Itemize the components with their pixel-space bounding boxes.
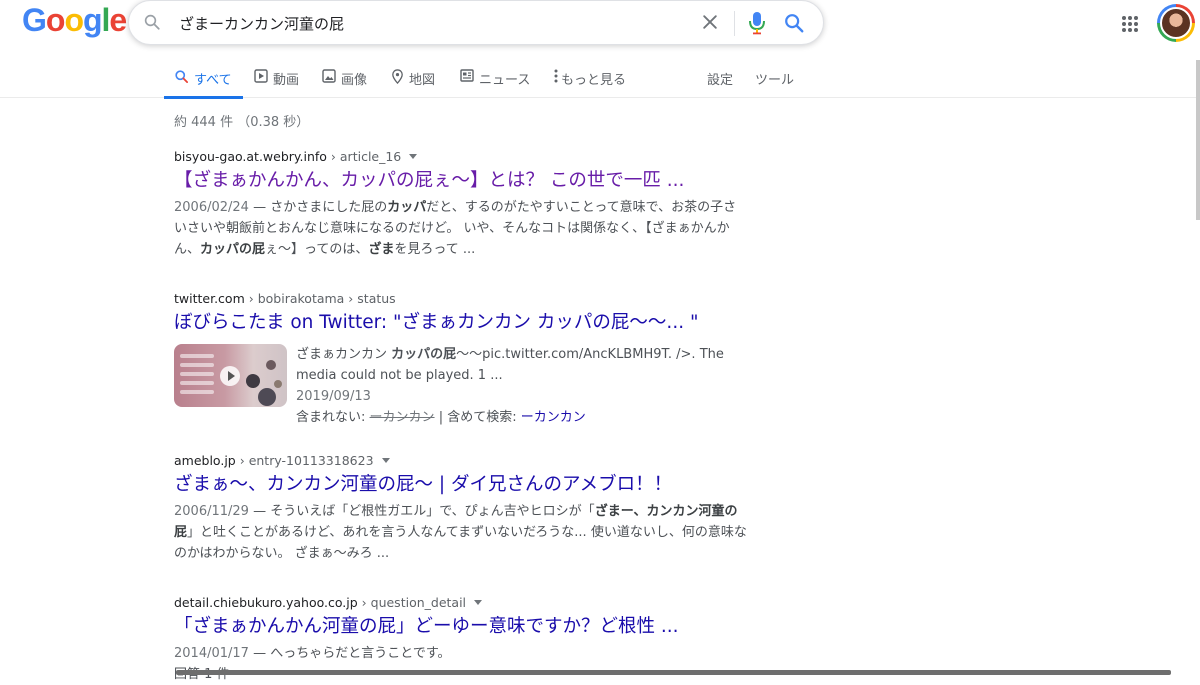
result-site: detail.chiebukuro.yahoo.co.jp	[174, 595, 358, 610]
result-site: bisyou-gao.at.webry.info	[174, 149, 327, 164]
result-title-link[interactable]: 「ざまぁかんかん河童の屁」どーゆー意味ですか？ど根性 ...	[174, 614, 754, 640]
tab-label: もっと見る	[561, 73, 627, 88]
tab-all[interactable]: すべて	[174, 60, 232, 98]
active-tab-indicator	[164, 96, 243, 99]
logo-letter: G	[22, 2, 47, 38]
must-include-label: | 含めて検索:	[438, 410, 517, 425]
microphone-icon[interactable]	[748, 11, 766, 39]
result-path: › bobirakotama › status	[244, 291, 396, 306]
result-menu-caret-icon[interactable]	[381, 458, 390, 463]
tweet-snippet: ざまぁカンカン カッパの屁〜〜pic.twitter.com/AncKLBMH9…	[296, 347, 724, 383]
result-stats: 約 444 件 （0.38 秒）	[174, 115, 310, 130]
search-result-twitter: twitter.com › bobirakotama › status ぼびらこ…	[174, 291, 754, 425]
result-snippet-text: へっちゃらだと言うことです。	[270, 646, 451, 661]
google-logo[interactable]: Google	[22, 2, 127, 39]
tab-label: すべて	[194, 73, 232, 88]
result-path: › question_detail	[357, 595, 467, 610]
search-submit-icon[interactable]	[783, 12, 805, 38]
logo-letter: e	[109, 2, 127, 38]
result-date: 2006/02/24	[174, 200, 249, 215]
result-title-link[interactable]: ぼびらこたま on Twitter: "ざまぁカンカン カッパの屁〜〜... "	[174, 310, 754, 336]
missing-terms: 含まれない: ーカンカン | 含めて検索: ーカンカン	[296, 407, 751, 428]
video-icon	[254, 69, 268, 83]
news-icon	[460, 69, 474, 82]
tweet-text: ざまぁカンカン カッパの屁〜〜pic.twitter.com/AncKLBMH9…	[296, 344, 751, 428]
result-menu-caret-icon[interactable]	[409, 154, 418, 159]
tab-images[interactable]: 画像	[322, 60, 367, 98]
result-url[interactable]: ameblo.jp › entry-10113318623	[174, 453, 754, 468]
result-snippet-text: さかさまにした屁のカッパだと、するのがたやすいことって意味で、お茶の子さいさいや…	[174, 200, 737, 257]
logo-letter: o	[45, 2, 66, 38]
search-result: ameblo.jp › entry-10113318623 ざまぁ〜、カンカン河…	[174, 453, 754, 564]
result-snippet: 2014/01/17 — へっちゃらだと言うことです。	[174, 646, 451, 661]
tab-label: ニュース	[479, 73, 531, 88]
result-snippet: 2006/02/24 — さかさまにした屁のカッパだと、するのがたやすいことって…	[174, 200, 737, 257]
vertical-scrollbar[interactable]	[1196, 60, 1200, 220]
result-title-link[interactable]: 【ざまぁかんかん、カッパの屁ぇ〜】とは？ この世で一匹 ...	[174, 168, 754, 194]
header: Google すべて 動画	[0, 0, 1200, 99]
settings-link[interactable]: 設定	[707, 69, 733, 88]
more-vert-icon	[554, 69, 558, 83]
tools-link[interactable]: ツール	[755, 69, 794, 88]
result-url[interactable]: detail.chiebukuro.yahoo.co.jp › question…	[174, 595, 754, 610]
tab-label: 地図	[409, 73, 436, 88]
tab-label: 画像	[341, 73, 368, 88]
image-icon	[322, 69, 336, 83]
result-path: › article_16	[326, 149, 402, 164]
map-pin-icon	[392, 69, 403, 84]
result-url[interactable]: bisyou-gao.at.webry.info › article_16	[174, 149, 754, 164]
search-icon	[143, 13, 161, 35]
result-date: 2006/11/29	[174, 504, 249, 519]
result-url[interactable]: twitter.com › bobirakotama › status	[174, 291, 754, 306]
clear-icon[interactable]	[700, 12, 720, 36]
search-divider	[734, 11, 735, 36]
tab-maps[interactable]: 地図	[391, 60, 435, 98]
result-site: ameblo.jp	[174, 453, 236, 468]
apps-grid-icon[interactable]	[1121, 15, 1139, 37]
missing-label: 含まれない:	[296, 410, 366, 425]
result-menu-caret-icon[interactable]	[474, 600, 483, 605]
logo-letter: g	[82, 2, 103, 38]
result-path: › entry-10113318623	[235, 453, 374, 468]
search-box[interactable]	[128, 0, 824, 45]
must-include-link[interactable]: ーカンカン	[521, 410, 586, 425]
search-input[interactable]	[177, 9, 697, 37]
search-result: bisyou-gao.at.webry.info › article_16 【ざ…	[174, 149, 754, 260]
avatar-photo	[1160, 7, 1192, 39]
result-site: twitter.com	[174, 291, 245, 306]
result-title-link[interactable]: ざまぁ〜、カンカン河童の屁〜 | ダイ兄さんのアメブロ！！	[174, 472, 754, 498]
account-avatar[interactable]	[1157, 4, 1195, 42]
result-snippet: 2006/11/29 — そういえば「ど根性ガエル」で、ぴょん吉やヒロシが「ざま…	[174, 504, 747, 561]
tab-videos[interactable]: 動画	[254, 60, 299, 98]
result-date: 2014/01/17	[174, 646, 249, 661]
search-icon	[175, 70, 188, 83]
play-icon[interactable]	[220, 366, 240, 386]
tab-more[interactable]: もっと見る	[554, 60, 626, 98]
tweet-date: 2019/09/13	[296, 389, 371, 404]
logo-letter: o	[64, 2, 84, 38]
horizontal-scrollbar[interactable]	[176, 670, 1171, 675]
tweet-media-thumbnail[interactable]	[174, 344, 287, 407]
missing-term: ーカンカン	[369, 410, 435, 425]
tab-news[interactable]: ニュース	[460, 60, 530, 98]
tab-label: 動画	[273, 73, 300, 88]
tweet-card: ざまぁカンカン カッパの屁〜〜pic.twitter.com/AncKLBMH9…	[174, 344, 754, 425]
result-snippet-text: そういえば「ど根性ガエル」で、ぴょん吉やヒロシが「ざまー、カンカン河童の屁」と吐…	[174, 504, 747, 561]
